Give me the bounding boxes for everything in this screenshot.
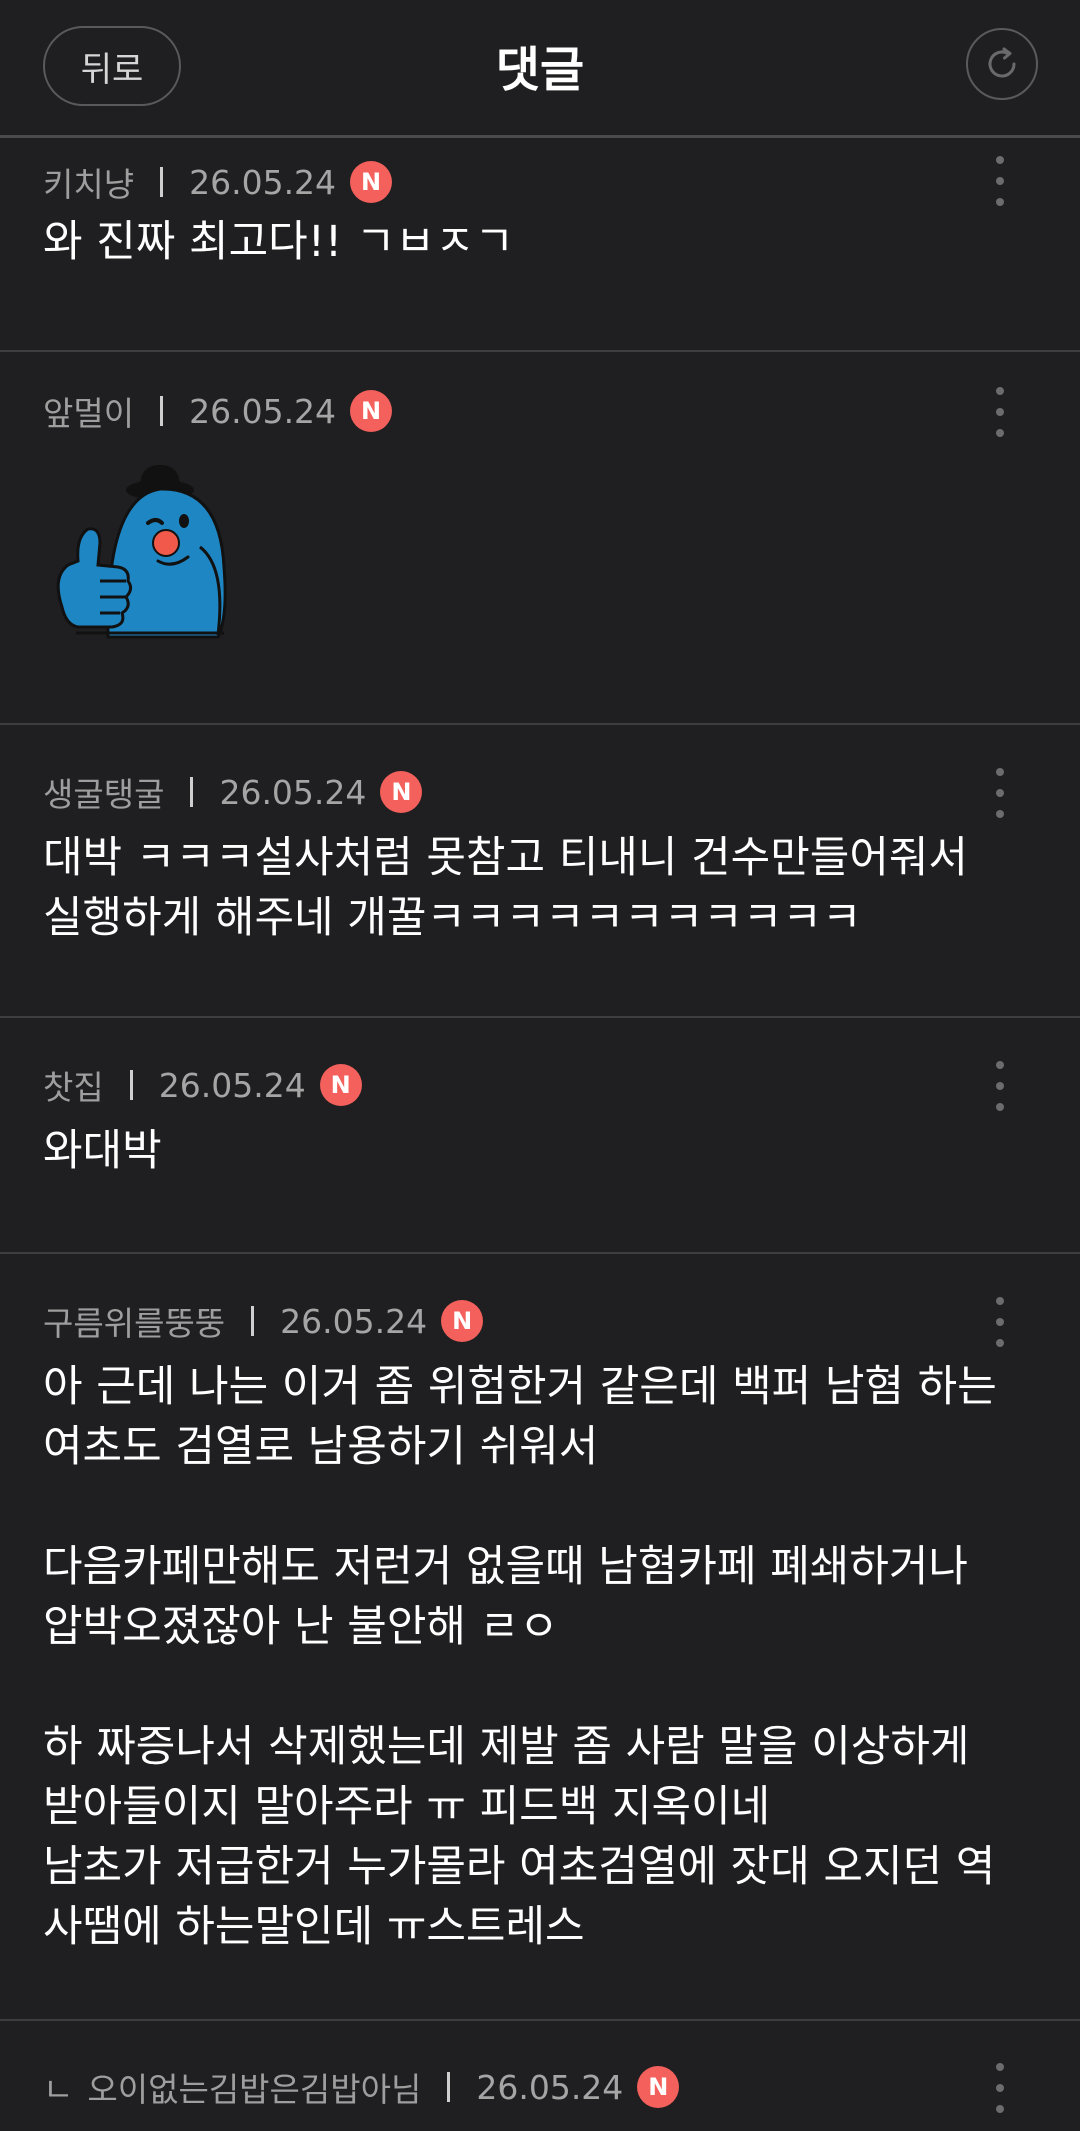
meta-divider xyxy=(447,2072,451,2102)
page-title: 댓글 xyxy=(495,42,585,98)
comment-item: 찻집 26.05.24 N 와대박 xyxy=(0,1018,1080,1254)
refresh-icon xyxy=(988,47,1016,78)
reply-item: ㄴ 오이없는김밥은김밥아님 26.05.24 N xyxy=(0,2021,1080,2131)
new-badge: N xyxy=(319,1064,362,1106)
comment-item: 생굴탱굴 26.05.24 N 대박 ㅋㅋㅋ설사처럼 못참고 티내니 건수만들어… xyxy=(0,725,1080,1018)
new-badge: N xyxy=(350,390,393,432)
more-dots-icon xyxy=(996,1297,1004,1305)
new-badge: N xyxy=(380,771,423,813)
comment-text: 와대박 xyxy=(43,1126,162,1176)
comment-author[interactable]: 앞멀이 xyxy=(43,387,134,435)
comment-date: 26.05.24 xyxy=(476,2067,624,2107)
comment-meta: 구름위를뚱뚱 26.05.24 N xyxy=(43,1297,484,1345)
new-badge: N xyxy=(350,161,393,203)
sticker-image[interactable] xyxy=(48,457,238,651)
more-options-button[interactable] xyxy=(985,387,1015,437)
more-options-button[interactable] xyxy=(985,768,1015,818)
comment-date: 26.05.24 xyxy=(158,1065,306,1105)
comment-date: 26.05.24 xyxy=(189,391,337,431)
meta-divider xyxy=(190,777,194,807)
new-badge: N xyxy=(637,2066,680,2108)
comment-text: 대박 ㅋㅋㅋ설사처럼 못참고 티내니 건수만들어줘서 실행하게 해주네 개꿀ㅋㅋ… xyxy=(43,833,968,943)
more-dots-icon xyxy=(996,387,1004,395)
refresh-button[interactable] xyxy=(966,28,1038,100)
comment-text: 아 근데 나는 이거 좀 위험한거 같은데 백퍼 남혐 하는 여초도 검열로 남… xyxy=(43,1362,997,1952)
more-dots-icon xyxy=(996,768,1004,776)
more-options-button[interactable] xyxy=(985,1297,1015,1347)
comment-date: 26.05.24 xyxy=(219,772,367,812)
comment-item: 키치냥 26.05.24 N 와 진짜 최고다!! ㄱㅂㅈㄱ xyxy=(0,138,1080,352)
top-bar: 뒤로 댓글 xyxy=(0,0,1080,138)
comment-author[interactable]: 구름위를뚱뚱 xyxy=(43,1297,225,1345)
comment-meta: 찻집 26.05.24 N xyxy=(43,1061,362,1109)
meta-divider xyxy=(129,1070,133,1100)
more-options-button[interactable] xyxy=(985,156,1015,206)
new-badge: N xyxy=(441,1300,484,1342)
comment-meta: ㄴ 오이없는김밥은김밥아님 26.05.24 N xyxy=(43,2063,680,2111)
meta-divider xyxy=(160,167,164,197)
comment-author[interactable]: 찻집 xyxy=(43,1061,104,1109)
meta-divider xyxy=(160,396,164,426)
comment-author[interactable]: 키치냥 xyxy=(43,158,134,206)
comment-item: 구름위를뚱뚱 26.05.24 N 아 근데 나는 이거 좀 위험한거 같은데 … xyxy=(0,1254,1080,2021)
comment-date: 26.05.24 xyxy=(189,162,337,202)
more-dots-icon xyxy=(996,156,1004,164)
comment-meta: 키치냥 26.05.24 N xyxy=(43,158,393,206)
thumbs-up-character-icon xyxy=(56,465,227,639)
more-options-button[interactable] xyxy=(985,1061,1015,1111)
more-dots-icon xyxy=(996,2063,1004,2071)
comment-text: 와 진짜 최고다!! ㄱㅂㅈㄱ xyxy=(43,217,515,267)
meta-divider xyxy=(251,1306,255,1336)
comment-author[interactable]: 생굴탱굴 xyxy=(43,768,164,816)
reply-indicator: ㄴ xyxy=(43,2070,74,2109)
comment-date: 26.05.24 xyxy=(280,1301,428,1341)
comment-author[interactable]: 오이없는김밥은김밥아님 xyxy=(87,2063,421,2111)
comment-meta: 생굴탱굴 26.05.24 N xyxy=(43,768,423,816)
more-options-button[interactable] xyxy=(985,2063,1015,2113)
comment-item: 앞멀이 26.05.24 N xyxy=(0,352,1080,725)
comment-meta: 앞멀이 26.05.24 N xyxy=(43,387,393,435)
more-dots-icon xyxy=(996,1061,1004,1069)
